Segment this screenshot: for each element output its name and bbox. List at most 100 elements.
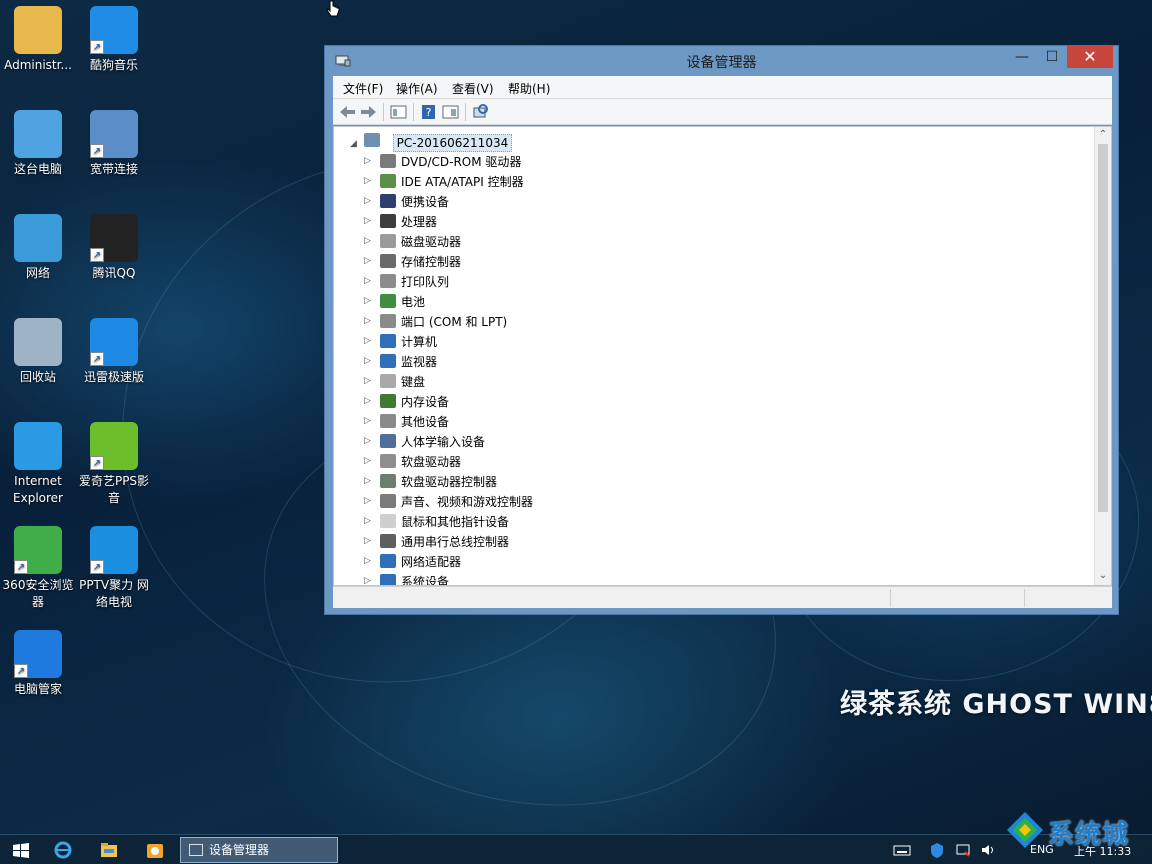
tree-item[interactable]: ▷ 磁盘驱动器 — [364, 231, 533, 251]
scroll-down-arrow-icon[interactable]: ⌄ — [1095, 568, 1111, 584]
expand-arrow-icon[interactable]: ▷ — [364, 376, 374, 386]
keyboard-icon — [380, 374, 396, 388]
tree-item[interactable]: ▷ 内存设备 — [364, 391, 533, 411]
help-icon[interactable]: ? — [420, 104, 437, 120]
tree-item[interactable]: ▷ 端口 (COM 和 LPT) — [364, 311, 533, 331]
tree-item[interactable]: ▷ 处理器 — [364, 211, 533, 231]
taskbar-device-manager[interactable]: 设备管理器 — [180, 837, 338, 863]
tree-item[interactable]: ▷ 通用串行总线控制器 — [364, 531, 533, 551]
expand-arrow-icon[interactable]: ▷ — [364, 276, 374, 286]
tree-item[interactable]: ▷ 软盘驱动器控制器 — [364, 471, 533, 491]
desktop-icon[interactable]: ↗ 宽带连接 — [76, 110, 152, 178]
tree-item[interactable]: ▷ 电池 — [364, 291, 533, 311]
maximize-button[interactable]: ☐ — [1037, 46, 1067, 68]
desktop-icon[interactable]: ↗ 腾讯QQ — [76, 214, 152, 282]
expand-arrow-icon[interactable]: ▷ — [364, 456, 374, 466]
tree-item[interactable]: ▷ 打印队列 — [364, 271, 533, 291]
expand-arrow-icon[interactable]: ▷ — [364, 156, 374, 166]
tree-item[interactable]: ▷ 系统设备 — [364, 571, 533, 585]
tree-item[interactable]: ▷ 声音、视频和游戏控制器 — [364, 491, 533, 511]
properties-icon[interactable] — [390, 104, 407, 120]
desktop-icon[interactable]: Administr... — [0, 6, 76, 74]
expand-arrow-icon[interactable]: ▷ — [364, 196, 374, 206]
tree-item[interactable]: ▷ 存储控制器 — [364, 251, 533, 271]
tree-item-label: 打印队列 — [401, 274, 450, 289]
ie-taskbar-icon[interactable] — [52, 838, 74, 862]
collapse-arrow-icon[interactable]: ◢ — [350, 139, 360, 149]
tree-item[interactable]: ▷ 软盘驱动器 — [364, 451, 533, 471]
expand-arrow-icon[interactable]: ▷ — [364, 416, 374, 426]
desktop-icon[interactable]: ↗ 迅雷极速版 — [76, 318, 152, 386]
desktop-icon[interactable]: ↗ 酷狗音乐 — [76, 6, 152, 74]
vertical-scrollbar[interactable]: ⌃ ⌄ — [1094, 127, 1111, 585]
expand-arrow-icon[interactable]: ▷ — [364, 176, 374, 186]
toolbar-separator — [465, 103, 466, 121]
tree-item[interactable]: ▷ 计算机 — [364, 331, 533, 351]
desktop-icon[interactable]: ↗ 爱奇艺PPS影音 — [76, 422, 152, 507]
expand-arrow-icon[interactable]: ▷ — [364, 496, 374, 506]
desktop-icon[interactable]: 这台电脑 — [0, 110, 76, 178]
expand-arrow-icon[interactable]: ▷ — [364, 476, 374, 486]
expand-arrow-icon[interactable]: ▷ — [364, 436, 374, 446]
explorer-taskbar-icon[interactable] — [98, 838, 120, 862]
windows-start-icon[interactable] — [12, 838, 30, 862]
desktop-icon[interactable]: Internet Explorer — [0, 422, 76, 507]
tree-item-label: 电池 — [401, 294, 426, 309]
device-manager-window[interactable]: 设备管理器 — ☐ ✕ 文件(F) 操作(A) 查看(V) 帮助(H) ? ◢ … — [324, 45, 1119, 615]
desktop-icon[interactable]: ↗ 360安全浏览器 — [0, 526, 76, 611]
tree-item[interactable]: ▷ 监视器 — [364, 351, 533, 371]
scan-hardware-icon[interactable] — [472, 104, 489, 120]
network-tray-icon[interactable] — [955, 838, 971, 862]
close-button[interactable]: ✕ — [1067, 46, 1113, 68]
tree-item[interactable]: ▷ DVD/CD-ROM 驱动器 — [364, 151, 533, 171]
expand-arrow-icon[interactable]: ▷ — [364, 236, 374, 246]
expand-arrow-icon[interactable]: ▷ — [364, 556, 374, 566]
tree-item[interactable]: ▷ 其他设备 — [364, 411, 533, 431]
minimize-button[interactable]: — — [1007, 46, 1037, 68]
expand-arrow-icon[interactable]: ▷ — [364, 336, 374, 346]
tree-item[interactable]: ▷ 便携设备 — [364, 191, 533, 211]
menu-file[interactable]: 文件(F) — [343, 80, 383, 97]
volume-tray-icon[interactable] — [980, 838, 996, 862]
tree-item-label: 软盘驱动器控制器 — [401, 474, 498, 489]
tree-item[interactable]: ▷ 键盘 — [364, 371, 533, 391]
tree-item[interactable]: ▷ 鼠标和其他指针设备 — [364, 511, 533, 531]
security-tray-icon[interactable] — [929, 838, 945, 862]
desktop-icon[interactable]: 回收站 — [0, 318, 76, 386]
menu-help[interactable]: 帮助(H) — [508, 80, 550, 97]
device-tree-pane[interactable]: ◢ PC-201606211034 ▷ DVD/CD-ROM 驱动器 ▷ IDE AT… — [333, 126, 1112, 586]
tree-item-label: 网络适配器 — [401, 554, 462, 569]
expand-arrow-icon[interactable]: ▷ — [364, 296, 374, 306]
tree-root-label[interactable]: PC-201606211034 — [392, 134, 513, 152]
expand-arrow-icon[interactable]: ▷ — [364, 216, 374, 226]
expand-arrow-icon[interactable]: ▷ — [364, 356, 374, 366]
expand-arrow-icon[interactable]: ▷ — [364, 316, 374, 326]
back-arrow-icon[interactable] — [339, 104, 356, 120]
keyboard-tray-icon[interactable] — [893, 838, 911, 862]
menu-action[interactable]: 操作(A) — [396, 80, 438, 97]
expand-arrow-icon[interactable]: ▷ — [364, 396, 374, 406]
view-icon[interactable] — [442, 104, 459, 120]
title-bar[interactable]: 设备管理器 — ☐ ✕ — [325, 46, 1118, 76]
forward-arrow-icon[interactable] — [360, 104, 377, 120]
scroll-up-arrow-icon[interactable]: ⌃ — [1095, 127, 1111, 143]
this-pc-icon — [14, 110, 62, 158]
status-separator — [890, 589, 891, 607]
desktop-icon[interactable]: ↗ PPTV聚力 网络电视 — [76, 526, 152, 611]
expand-arrow-icon[interactable]: ▷ — [364, 516, 374, 526]
menu-view[interactable]: 查看(V) — [452, 80, 494, 97]
tree-root[interactable]: ◢ PC-201606211034 — [350, 133, 513, 152]
store-taskbar-icon[interactable] — [144, 838, 166, 862]
scrollbar-thumb[interactable] — [1098, 144, 1108, 512]
taskbar-task-label: 设备管理器 — [209, 843, 270, 857]
expand-arrow-icon[interactable]: ▷ — [364, 536, 374, 546]
desktop-icon[interactable]: 网络 — [0, 214, 76, 282]
tree-item[interactable]: ▷ 网络适配器 — [364, 551, 533, 571]
expand-arrow-icon[interactable]: ▷ — [364, 256, 374, 266]
tree-item[interactable]: ▷ 人体学输入设备 — [364, 431, 533, 451]
monitor-icon — [380, 354, 396, 368]
pptv-icon: ↗ — [90, 526, 138, 574]
desktop-icon[interactable]: ↗ 电脑管家 — [0, 630, 76, 698]
tree-item[interactable]: ▷ IDE ATA/ATAPI 控制器 — [364, 171, 533, 191]
expand-arrow-icon[interactable]: ▷ — [364, 576, 374, 585]
